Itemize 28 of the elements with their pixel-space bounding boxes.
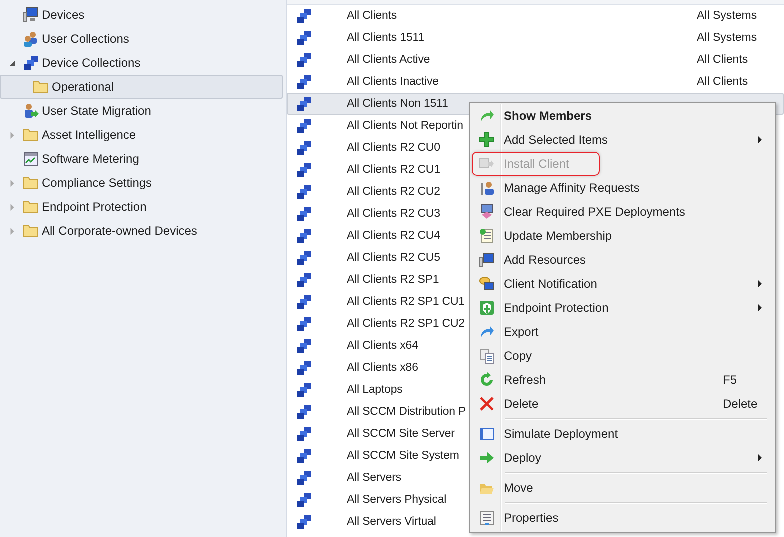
table-cell: All Clients R2 CU1 (347, 164, 440, 176)
table-cell: All Clients 1511 (347, 32, 424, 44)
table-cell: All Clients x86 (347, 362, 418, 374)
table-cell: All SCCM Site Server (347, 428, 455, 440)
table-cell: All Clients (697, 76, 748, 88)
table-cell: All Laptops (347, 384, 403, 396)
table-cell: All Clients Active (347, 54, 430, 66)
table-cell: All Clients x64 (347, 340, 418, 352)
table-cell: All Clients R2 SP1 (347, 274, 440, 286)
table-cell: All Systems (697, 10, 758, 22)
table-cell: All Clients Non 1511 (347, 98, 448, 110)
table-cell: All SCCM Distribution P (347, 406, 466, 418)
table-cell: All Servers (347, 472, 402, 484)
table-cell: All Clients R2 CU2 (347, 186, 440, 198)
table-cell: All Systems (697, 32, 758, 44)
table-cell: All Clients R2 CU0 (347, 142, 440, 154)
table-cell: All Clients R2 CU5 (347, 252, 440, 264)
table-cell: All Clients Inactive (347, 76, 439, 88)
table-cell: All Servers Physical (347, 494, 447, 506)
table-cell: All Servers Virtual (347, 516, 436, 528)
table-cell: All Clients R2 CU3 (347, 208, 440, 220)
table-cell: All Clients R2 SP1 CU2 (347, 318, 465, 330)
table-cell: All Clients (697, 54, 748, 66)
table-cell: All Clients R2 CU4 (347, 230, 440, 242)
table-cell: All Clients Not Reportin (347, 120, 464, 132)
table-cell: All Clients (347, 10, 398, 22)
table-cell: All Clients R2 SP1 CU1 (347, 296, 465, 308)
table-cell: All SCCM Site System (347, 450, 460, 462)
